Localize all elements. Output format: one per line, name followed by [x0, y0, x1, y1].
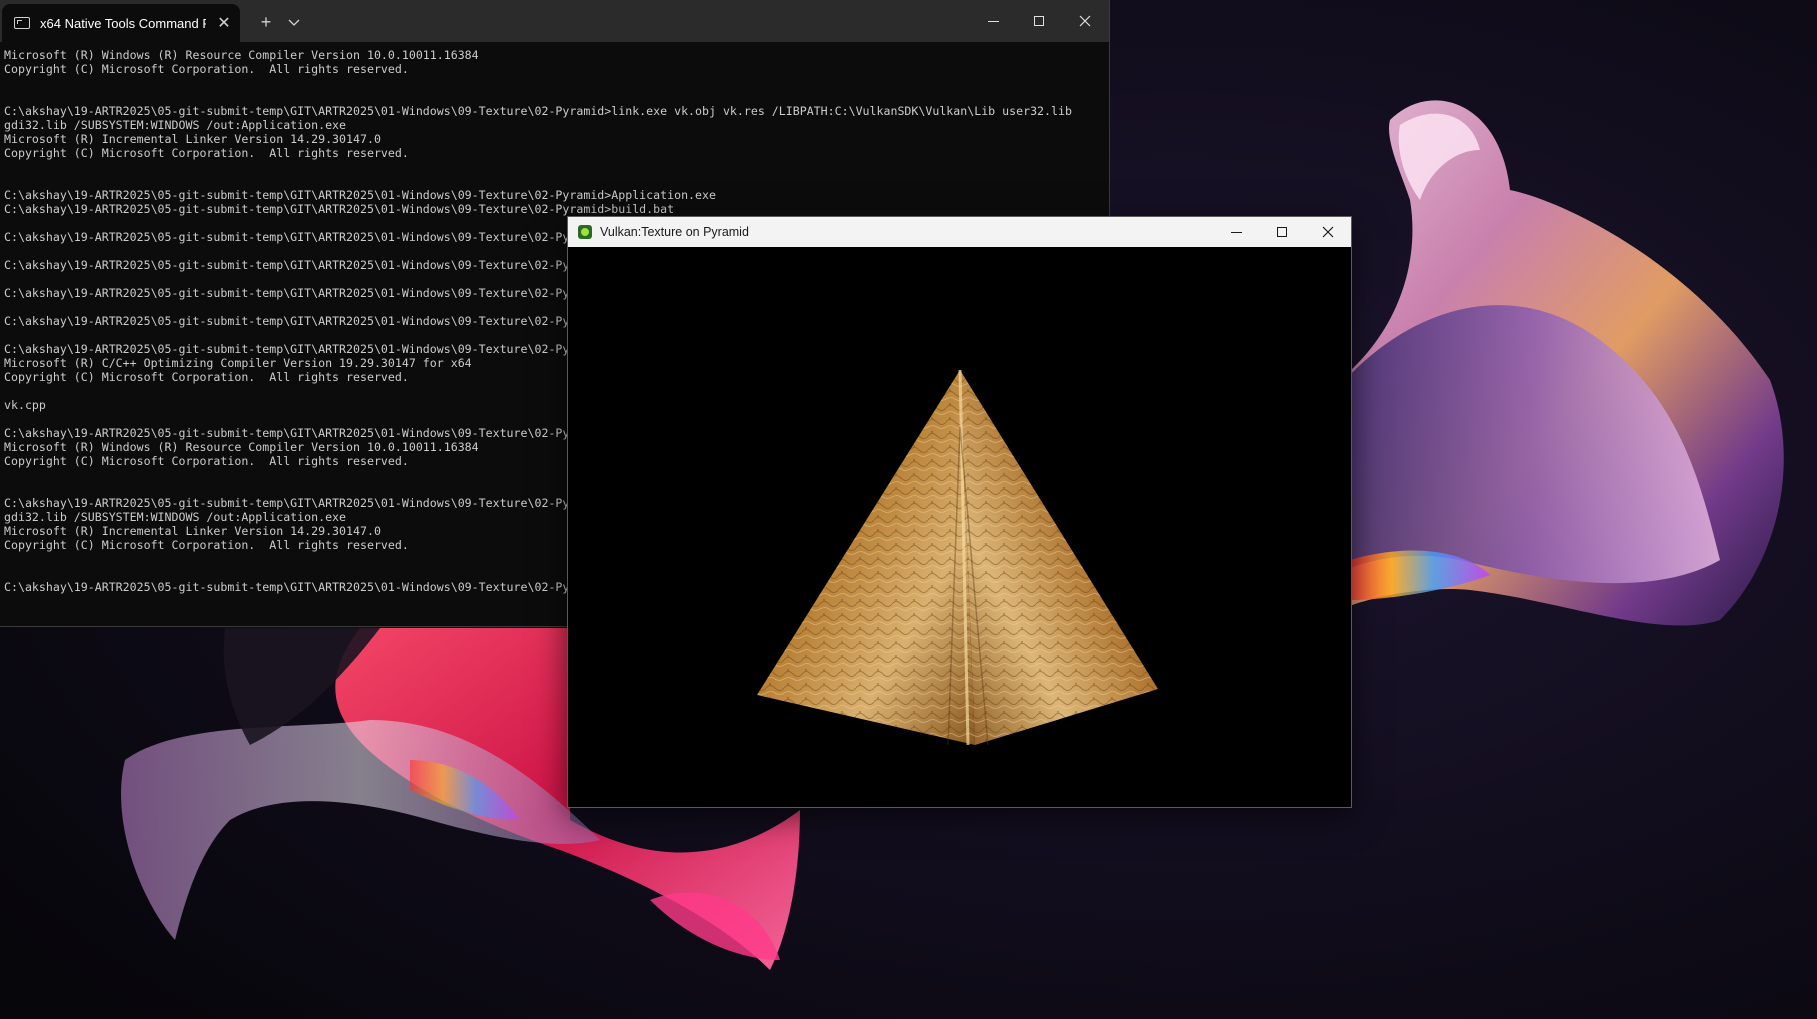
tab-dropdown-button[interactable]	[280, 8, 308, 36]
vulkan-titlebar[interactable]: Vulkan:Texture on Pyramid	[568, 217, 1351, 247]
terminal-close-button[interactable]	[1062, 0, 1108, 42]
terminal-titlebar[interactable]: x64 Native Tools Command Prompt ✕ +	[0, 0, 1109, 42]
terminal-line: Microsoft (R) Incremental Linker Version…	[4, 132, 381, 146]
terminal-tab[interactable]: x64 Native Tools Command Prompt ✕	[2, 4, 240, 42]
terminal-line: Copyright (C) Microsoft Corporation. All…	[4, 146, 409, 160]
terminal-line: C:\akshay\19-ARTR2025\05-git-submit-temp…	[4, 104, 1072, 118]
vulkan-window-title: Vulkan:Texture on Pyramid	[600, 225, 749, 239]
new-tab-button[interactable]: +	[252, 8, 280, 36]
terminal-minimize-button[interactable]	[970, 0, 1016, 42]
render-canvas	[568, 247, 1351, 807]
close-tab-icon[interactable]: ✕	[214, 13, 234, 33]
minimize-icon	[987, 20, 999, 22]
terminal-tab-title: x64 Native Tools Command Prompt	[40, 15, 206, 31]
vulkan-maximize-button[interactable]	[1259, 217, 1305, 247]
textured-pyramid	[757, 369, 1158, 746]
chevron-down-icon	[288, 19, 300, 26]
vulkan-close-button[interactable]	[1305, 217, 1351, 247]
terminal-line: gdi32.lib /SUBSYSTEM:WINDOWS /out:Applic…	[4, 118, 347, 132]
terminal-line: C:\akshay\19-ARTR2025\05-git-submit-temp…	[4, 188, 716, 202]
maximize-icon	[1034, 16, 1044, 26]
nvidia-icon	[578, 225, 592, 239]
vulkan-minimize-button[interactable]	[1213, 217, 1259, 247]
close-icon	[1079, 15, 1091, 27]
minimize-icon	[1230, 231, 1242, 233]
close-icon	[1322, 226, 1334, 238]
command-prompt-icon	[14, 17, 30, 29]
terminal-maximize-button[interactable]	[1016, 0, 1062, 42]
terminal-line: C:\akshay\19-ARTR2025\05-git-submit-temp…	[4, 202, 675, 216]
maximize-icon	[1277, 227, 1287, 237]
terminal-line: Copyright (C) Microsoft Corporation. All…	[4, 62, 409, 76]
terminal-line: Microsoft (R) Windows (R) Resource Compi…	[4, 48, 479, 62]
vulkan-app-window[interactable]: Vulkan:Texture on Pyramid	[567, 216, 1352, 808]
